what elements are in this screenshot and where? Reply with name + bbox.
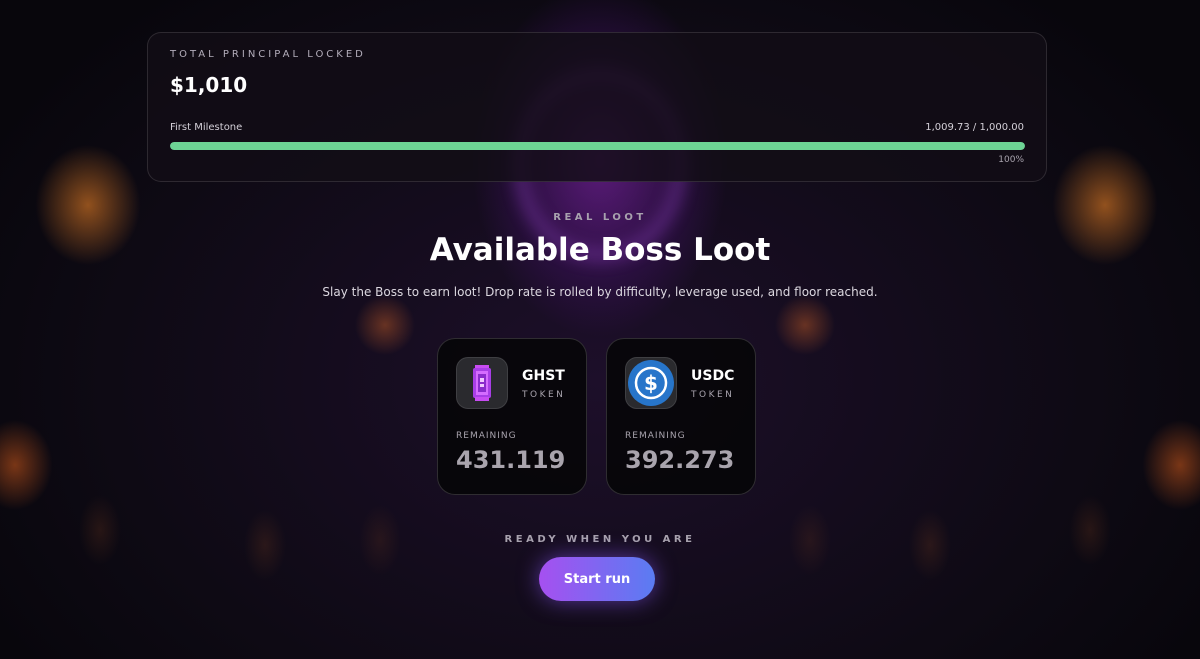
milestone-progress-percent: 100%	[998, 155, 1024, 165]
principal-panel: TOTAL PRINCIPAL LOCKED $1,010 First Mile…	[147, 32, 1047, 182]
remaining-label: REMAINING	[625, 431, 686, 441]
milestone-value: 1,009.73 / 1,000.00	[925, 122, 1024, 133]
page-subtitle: Slay the Boss to earn loot! Drop rate is…	[322, 285, 878, 299]
principal-label: TOTAL PRINCIPAL LOCKED	[170, 49, 366, 60]
loot-card-ghst: GHST TOKEN REMAINING 431.119	[437, 338, 587, 495]
svg-text:$: $	[644, 371, 658, 395]
cta-eyebrow: READY WHEN YOU ARE	[504, 534, 696, 545]
usdc-token-icon: $	[625, 357, 677, 409]
milestone-label: First Milestone	[170, 122, 243, 133]
milestone-progress-fill	[170, 142, 1025, 150]
token-name: GHST	[522, 368, 565, 384]
remaining-label: REMAINING	[456, 431, 517, 441]
token-type: TOKEN	[691, 390, 735, 400]
ghst-token-icon	[456, 357, 508, 409]
token-type: TOKEN	[522, 390, 566, 400]
milestone-progress-bar	[170, 142, 1025, 150]
remaining-value: 431.119	[456, 446, 566, 474]
remaining-value: 392.273	[625, 446, 735, 474]
principal-amount: $1,010	[170, 73, 248, 97]
start-run-button[interactable]: Start run	[539, 557, 655, 601]
loot-card-usdc: $ USDC TOKEN REMAINING 392.273	[606, 338, 756, 495]
token-name: USDC	[691, 368, 735, 384]
page-title: Available Boss Loot	[429, 232, 771, 268]
loot-eyebrow: REAL LOOT	[553, 212, 647, 223]
